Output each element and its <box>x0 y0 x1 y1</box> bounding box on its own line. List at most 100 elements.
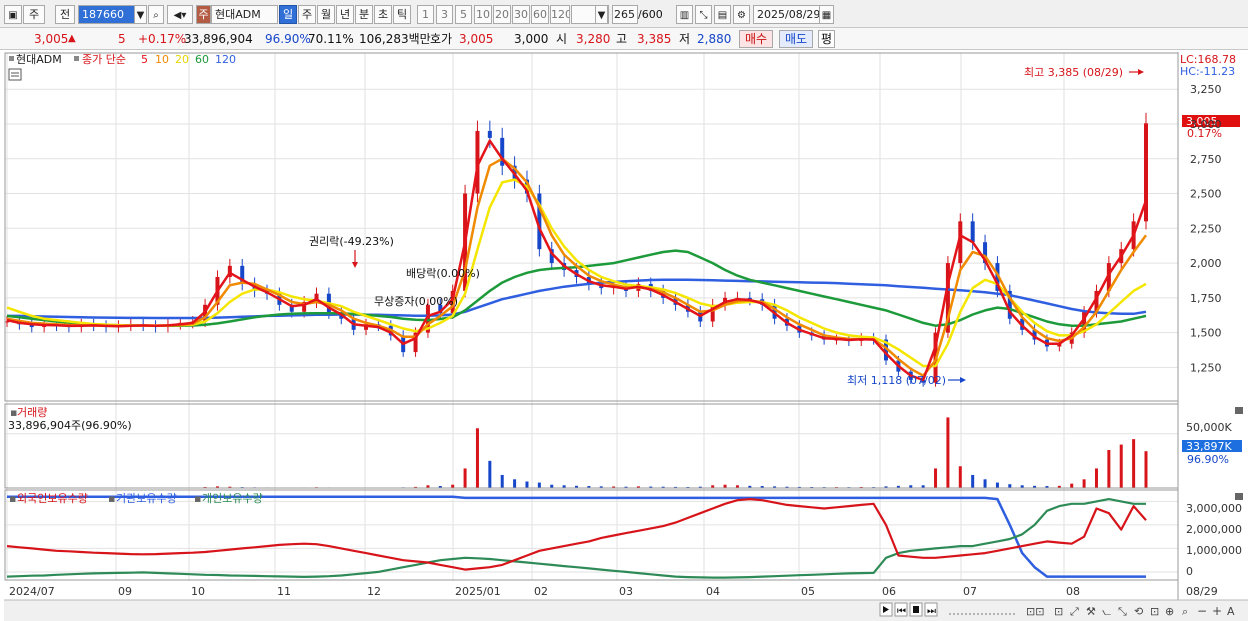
volume-bar <box>1119 444 1123 488</box>
interval-button-5[interactable]: 5 <box>455 5 472 24</box>
cycle-tool-icon[interactable]: ⟲ <box>1134 605 1143 618</box>
interval-button-30[interactable]: 30 <box>512 5 530 24</box>
box-tool-icon[interactable]: ⊡ <box>1150 605 1159 618</box>
calendar-icon[interactable]: ▦ <box>819 5 834 24</box>
volume-close-icon[interactable] <box>1235 407 1243 414</box>
legend-ma5: 5 <box>141 53 148 66</box>
up-arrow-icon: ▲ <box>68 33 76 44</box>
hc-indicator: HC:-11.23 <box>1180 65 1235 78</box>
price-tick-label: 1,750 <box>1190 292 1222 305</box>
volume-bar <box>1008 484 1012 488</box>
interval-button-10[interactable]: 10 <box>474 5 492 24</box>
type-select[interactable]: 주 <box>23 5 45 24</box>
turnover-ratio: 70.11% <box>308 32 354 46</box>
x-axis-label: 09 <box>118 585 132 598</box>
candle-body <box>487 130 492 138</box>
volume-bar <box>475 428 479 488</box>
volume-panel-value: 33,896,904주(96.90%) <box>8 419 132 432</box>
eval-button[interactable]: 평 <box>818 30 835 48</box>
volume-bar <box>463 468 467 488</box>
sound-icon[interactable]: ◀▾ <box>167 5 193 24</box>
magnifier-icon[interactable]: ⌕ <box>1182 605 1188 618</box>
interval-button-60[interactable]: 60 <box>531 5 549 24</box>
gear-icon[interactable]: ⚙ <box>733 5 750 24</box>
holdings-axis-2m: 2,000,000 <box>1186 523 1242 536</box>
price-change: 5 <box>118 32 126 46</box>
stock-code-input[interactable]: 187660 <box>78 5 135 24</box>
x-axis-label: 05 <box>801 585 815 598</box>
legend-ma120: 120 <box>215 53 236 66</box>
price-tick-label: 2,000 <box>1190 257 1222 270</box>
zoom-fit-icon[interactable]: ⊡⊡ <box>1026 605 1044 618</box>
volume-bar <box>971 474 975 488</box>
stock-chart: 현대ADM 종가 단순 5 10 20 60 120 LC:168.78 HC:… <box>4 52 1248 621</box>
search-icon[interactable]: ⌕ <box>148 5 164 24</box>
volume-bar <box>958 466 962 488</box>
prev-button[interactable]: 전 <box>55 5 75 24</box>
interval-button-3[interactable]: 3 <box>436 5 453 24</box>
holdings-close-icon[interactable] <box>1235 493 1243 500</box>
volume-panel-title: 거래량 <box>17 406 47 419</box>
trade-amount: 106,283백만 <box>359 32 431 46</box>
zoom-out-icon[interactable]: − <box>1197 604 1207 618</box>
candle-body <box>970 221 975 243</box>
period-tab-0[interactable]: 일 <box>279 5 297 24</box>
draw-tool-icon[interactable]: ⤡ <box>695 5 712 24</box>
channel-tool-icon[interactable]: ⤡ <box>1118 605 1127 618</box>
period-tab-3[interactable]: 년 <box>336 5 354 24</box>
count-input[interactable]: 265 <box>612 5 638 24</box>
target-tool-icon[interactable]: ⊕ <box>1165 605 1174 618</box>
x-axis-label: 06 <box>882 585 896 598</box>
sell-button[interactable]: 매도 <box>779 30 813 48</box>
low-value: 2,880 <box>697 32 732 46</box>
interval-button-20[interactable]: 20 <box>493 5 511 24</box>
line-tool-icon[interactable]: ⊡ <box>1054 605 1063 618</box>
legend-stock-name: 현대ADM <box>16 53 62 66</box>
holdings-axis-0: 0 <box>1186 565 1193 578</box>
price-tick-label: 2,500 <box>1190 188 1222 201</box>
period-tab-2[interactable]: 월 <box>317 5 335 24</box>
rights-annotation: 권리락(-49.23%) <box>309 235 394 248</box>
angle-tool-icon[interactable]: ⦦ <box>1102 605 1111 618</box>
period-tab-5[interactable]: 초 <box>374 5 392 24</box>
code-dropdown-icon[interactable]: ▼ <box>134 5 147 24</box>
window-menu-icon[interactable]: ▣ <box>4 5 22 24</box>
individual-legend-icon: ▪ <box>194 492 201 505</box>
interval-button-1[interactable]: 1 <box>417 5 434 24</box>
buy-button[interactable]: 매수 <box>739 30 773 48</box>
calculator-icon[interactable] <box>8 68 22 81</box>
trend-tool-icon[interactable]: ⤢ <box>1070 605 1079 618</box>
volume-bar <box>488 460 492 488</box>
fib-tool-icon[interactable]: ⚒ <box>1086 605 1096 618</box>
volume-bar <box>983 479 987 488</box>
high-annotation: 최고 3,385 (08/29) <box>1024 66 1123 79</box>
volume-badge-pct: 96.90% <box>1187 453 1229 466</box>
price-tick-label: 2,250 <box>1190 222 1222 235</box>
institution-legend-icon: ▪ <box>108 492 115 505</box>
bid-label: 호가 <box>430 32 453 46</box>
save-icon[interactable]: ▤ <box>714 5 731 24</box>
price-tick-label: 1,500 <box>1190 327 1222 340</box>
svg-text:⏭: ⏭ <box>927 606 936 617</box>
x-axis-label: 11 <box>277 585 291 598</box>
current-price: 3,005 <box>34 32 69 46</box>
candle-icon[interactable]: ▥ <box>676 5 693 24</box>
legend-foreign: 외국인보유수량 <box>17 492 88 505</box>
chart-toolbar: ▣ 주 전 187660 ▼ ⌕ ◀▾ 주 현대ADM 일주월년분초틱 1351… <box>0 0 1248 28</box>
period-tab-6[interactable]: 틱 <box>393 5 411 24</box>
x-axis-label: 2024/07 <box>9 585 55 598</box>
auto-scale-icon[interactable]: A <box>1227 605 1235 618</box>
chart-area: 현대ADM 종가 단순 5 10 20 60 120 LC:168.78 HC:… <box>4 52 1248 621</box>
interval-dropdown-icon[interactable]: ▼ <box>595 5 608 24</box>
low-annotation: 최저 1,118 (07/02) <box>847 374 946 387</box>
volume-bar <box>525 481 529 488</box>
period-tab-4[interactable]: 분 <box>355 5 373 24</box>
period-tab-1[interactable]: 주 <box>298 5 316 24</box>
legend-institution: 기관보유수량 <box>116 492 177 505</box>
zoom-in-icon[interactable]: + <box>1212 604 1222 618</box>
interval-button-120[interactable]: 120 <box>550 5 570 24</box>
stock-name-field[interactable]: 현대ADM <box>211 5 278 24</box>
date-input[interactable]: 2025/08/29 <box>753 5 820 24</box>
open-label: 시 <box>556 32 568 46</box>
volume-bar <box>537 482 541 488</box>
